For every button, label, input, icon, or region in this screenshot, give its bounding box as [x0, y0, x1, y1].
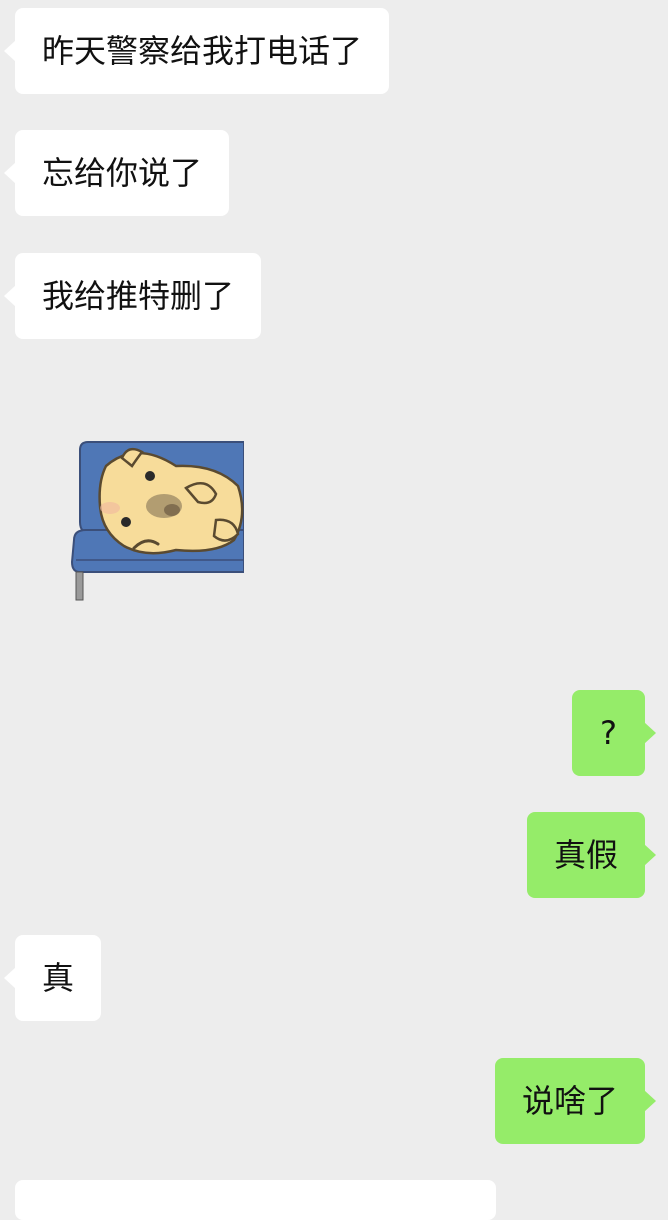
sticker-image	[70, 441, 245, 601]
message-text: 真假	[553, 836, 618, 874]
message-text: ?	[600, 714, 617, 752]
message-bubble-outgoing[interactable]: 说啥了	[494, 1058, 657, 1144]
message-bubble-outgoing[interactable]: ?	[572, 690, 656, 776]
message-text: 我给推特删了	[42, 277, 235, 315]
message-bubble-outgoing[interactable]: 真假	[526, 812, 657, 898]
message-bubble-incoming[interactable]: 昨天警察给我打电话了	[3, 8, 390, 94]
message-bubble-incoming[interactable]: 我给推特删了	[3, 253, 262, 339]
message-bubble-incoming-partial[interactable]	[15, 1180, 496, 1220]
message-text: 昨天警察给我打电话了	[42, 32, 363, 70]
message-text: 忘给你说了	[42, 154, 203, 192]
message-text: 真	[42, 959, 75, 997]
message-bubble-incoming[interactable]: 真	[3, 935, 102, 1021]
message-text: 说啥了	[521, 1082, 618, 1120]
chat-area[interactable]: 昨天警察给我打电话了 忘给你说了 我给推特删了 ? 真假 真 说啥了	[0, 0, 668, 1220]
message-bubble-incoming[interactable]: 忘给你说了	[3, 130, 230, 216]
sad-pig-on-sofa-sticker[interactable]	[66, 436, 245, 606]
